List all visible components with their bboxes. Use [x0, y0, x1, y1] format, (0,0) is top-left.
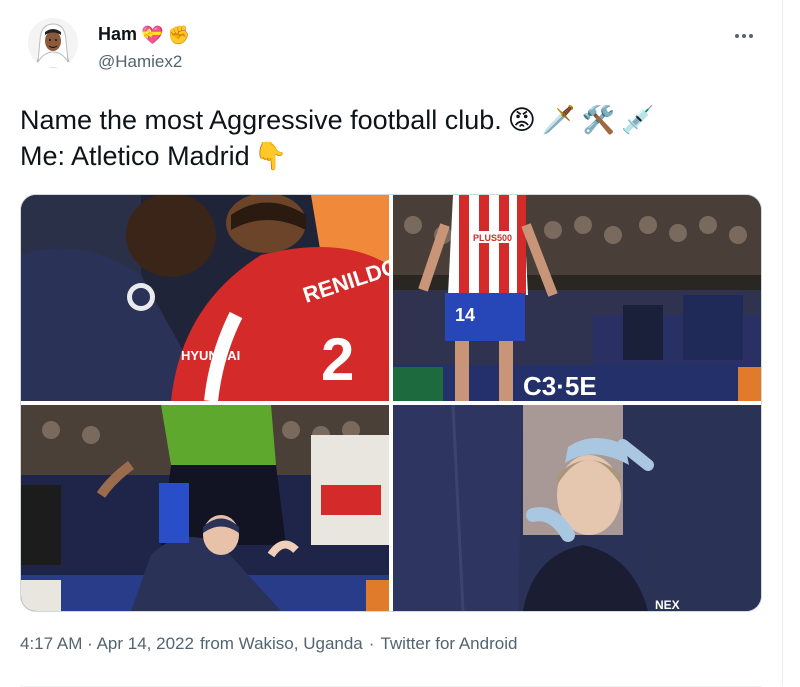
- tweet-header: Ham 💝 ✊ @Hamiex2: [20, 14, 762, 84]
- svg-text:2: 2: [321, 326, 354, 393]
- display-name[interactable]: Ham: [98, 24, 137, 45]
- photo-bottom-left[interactable]: [21, 405, 389, 611]
- heart-emoji-icon: 💝: [141, 24, 164, 45]
- sponsor-text: HYUNDAI: [181, 348, 240, 363]
- photo-bottom-right[interactable]: NEX: [393, 405, 761, 611]
- tweet-text-line-2: Me: Atletico Madrid 👇: [20, 138, 762, 174]
- pointing-down-emoji-icon: 👇: [253, 141, 288, 171]
- tweet: Ham 💝 ✊ @Hamiex2 Name the most Aggressiv…: [20, 14, 762, 687]
- tweet-timestamp-link[interactable]: 4:17 AM · Apr 14, 2022: [20, 634, 194, 654]
- tweet-location: from Wakiso, Uganda: [199, 634, 363, 653]
- photo-top-right[interactable]: C3·5E 14 PLUS500: [393, 195, 761, 401]
- jersey-number-text: 14: [455, 305, 475, 325]
- angry-face-emoji-icon: 😡: [507, 105, 536, 135]
- name-row: Ham 💝 ✊: [98, 24, 190, 45]
- dagger-emoji-icon: 🗡️: [541, 105, 576, 135]
- meta-separator: ·: [87, 634, 93, 653]
- timeline-border: [782, 0, 783, 686]
- media-grid: RENILDO 2 HYUNDAI C3·5E 14 PLUS500 NEX: [20, 194, 762, 612]
- meta-separator: ·: [368, 634, 375, 653]
- sponsor-text: NEX: [655, 598, 680, 611]
- tweet-meta: 4:17 AM · Apr 14, 2022 from Wakiso, Ugan…: [20, 634, 517, 654]
- sponsor-text: PLUS500: [473, 233, 512, 243]
- hammer-wrench-emoji-icon: 🛠️: [581, 105, 616, 135]
- avatar[interactable]: [28, 18, 78, 68]
- tweet-time: 4:17 AM: [20, 634, 83, 653]
- tweet-text: Name the most Aggressive football club. …: [20, 102, 762, 174]
- tweet-text-line-1: Name the most Aggressive football club. …: [20, 102, 762, 138]
- tweet-text-question: Name the most Aggressive football club.: [20, 105, 502, 135]
- fist-emoji-icon: ✊: [167, 24, 190, 45]
- user-handle[interactable]: @Hamiex2: [98, 52, 182, 72]
- tweet-date: Apr 14, 2022: [96, 634, 194, 653]
- tweet-text-answer: Me: Atletico Madrid: [20, 141, 250, 171]
- more-options-icon[interactable]: [730, 22, 758, 50]
- svg-text:C3·5E: C3·5E: [523, 371, 597, 401]
- syringe-emoji-icon: 💉: [621, 105, 655, 135]
- tweet-source-link[interactable]: Twitter for Android: [380, 634, 517, 654]
- avatar-image: [28, 18, 78, 68]
- photo-top-left[interactable]: RENILDO 2 HYUNDAI: [21, 195, 389, 401]
